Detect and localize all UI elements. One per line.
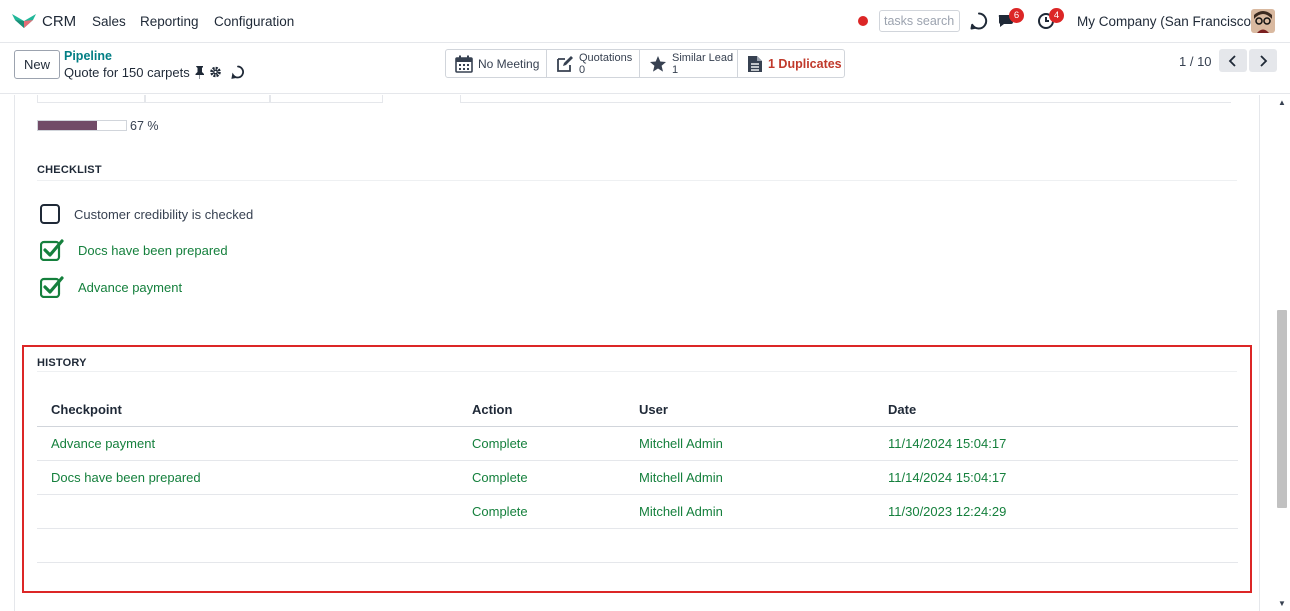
cell-action: Complete [472, 426, 639, 461]
pager-next-button[interactable] [1249, 49, 1277, 72]
tasks-search-input[interactable] [879, 10, 960, 32]
duplicates-label: 1 Duplicates [768, 56, 842, 71]
table-row-empty [37, 528, 1238, 563]
checked-checkbox-icon[interactable] [40, 239, 64, 261]
chevron-right-icon [1260, 54, 1268, 67]
quotations-label: Quotations [579, 51, 633, 64]
breadcrumb-current-record: Quote for 150 carpets [64, 65, 190, 80]
section-divider [37, 371, 1237, 372]
history-header-row: Checkpoint Action User Date [37, 394, 1238, 427]
pager-value[interactable]: 1 / 10 [1179, 54, 1212, 69]
scroll-down-arrow-icon[interactable]: ▼ [1277, 599, 1287, 609]
menu-configuration[interactable]: Configuration [214, 14, 294, 29]
notebook-tab[interactable] [270, 95, 383, 103]
table-row[interactable]: Complete Mitchell Admin 11/30/2023 12:24… [37, 494, 1238, 529]
progress-percentage: 67 % [130, 119, 159, 133]
gear-icon[interactable] [209, 65, 222, 79]
checked-checkbox-icon[interactable] [40, 276, 64, 298]
crm-logo-icon[interactable] [11, 12, 37, 30]
voip-phone-icon[interactable] [969, 11, 989, 31]
document-icon [748, 55, 762, 72]
progress-fill [38, 121, 97, 130]
cell-date: 11/14/2024 15:04:17 [888, 426, 1238, 461]
cell-user: Mitchell Admin [639, 494, 888, 529]
checklist-item[interactable]: Advance payment [40, 276, 182, 298]
meeting-label: No Meeting [478, 56, 540, 71]
checklist-item[interactable]: Customer credibility is checked [40, 204, 253, 224]
unchecked-checkbox-icon[interactable] [40, 204, 60, 224]
menu-sales[interactable]: Sales [92, 14, 126, 29]
meeting-smart-button[interactable]: No Meeting [446, 50, 547, 77]
duplicates-smart-button[interactable]: 1 Duplicates [738, 50, 844, 77]
cell-action: Complete [472, 494, 639, 529]
pin-icon[interactable] [193, 65, 206, 79]
menu-reporting[interactable]: Reporting [140, 14, 199, 29]
user-avatar[interactable] [1251, 9, 1275, 33]
cell-user: Mitchell Admin [639, 426, 888, 461]
column-header-user[interactable]: User [639, 394, 888, 427]
control-panel: New Pipeline Quote for 150 carpets No Me… [0, 43, 1290, 94]
company-switcher[interactable]: My Company (San Francisco) [1077, 14, 1256, 29]
top-navbar: CRM Sales Reporting Configuration 6 4 My… [0, 0, 1290, 43]
scrollbar-thumb[interactable] [1277, 310, 1287, 508]
activities-badge: 4 [1049, 8, 1064, 23]
cell-checkpoint: Docs have been prepared [37, 460, 472, 495]
new-button[interactable]: New [14, 50, 60, 79]
quotations-count: 0 [579, 63, 586, 76]
pencil-square-icon [557, 55, 573, 72]
messages-icon[interactable]: 6 [997, 8, 1024, 31]
notebook-tab[interactable] [37, 95, 145, 103]
checklist-item[interactable]: Docs have been prepared [40, 239, 228, 261]
section-divider [37, 180, 1237, 181]
quotations-smart-button[interactable]: Quotations 0 [547, 50, 640, 77]
similar-lead-label: Similar Lead [672, 51, 734, 64]
similar-lead-count: 1 [672, 63, 679, 76]
column-header-action[interactable]: Action [472, 394, 639, 427]
column-header-date[interactable]: Date [888, 394, 1238, 427]
cell-date: 11/30/2023 12:24:29 [888, 494, 1238, 529]
column-header-checkpoint[interactable]: Checkpoint [37, 394, 472, 427]
activities-clock-icon[interactable]: 4 [1037, 8, 1064, 31]
cell-date: 11/14/2024 15:04:17 [888, 460, 1238, 495]
table-row[interactable]: Advance payment Complete Mitchell Admin … [37, 426, 1238, 461]
star-icon [650, 55, 666, 72]
discard-rotate-icon[interactable] [231, 65, 244, 79]
messages-badge: 6 [1009, 8, 1024, 23]
tab-divider [461, 102, 1231, 103]
cell-action: Complete [472, 460, 639, 495]
smart-buttons: No Meeting Quotations 0 Similar Lead 1 1 D… [445, 49, 845, 78]
pager-previous-button[interactable] [1219, 49, 1247, 72]
chevron-left-icon [1228, 54, 1236, 67]
calendar-icon [455, 55, 473, 73]
table-row[interactable]: Docs have been prepared Complete Mitchel… [37, 460, 1238, 495]
similar-lead-smart-button[interactable]: Similar Lead 1 [640, 50, 738, 77]
checklist-item-label: Customer credibility is checked [74, 206, 254, 222]
history-title: HISTORY [37, 357, 87, 369]
checklist-title: CHECKLIST [37, 164, 102, 176]
scroll-up-arrow-icon[interactable]: ▲ [1277, 98, 1287, 108]
status-dot-icon [858, 16, 868, 26]
cell-user: Mitchell Admin [639, 460, 888, 495]
checklist-item-label: Advance payment [78, 279, 183, 295]
notebook-tab[interactable] [145, 95, 270, 103]
cell-checkpoint: Advance payment [37, 426, 472, 461]
checklist-item-label: Docs have been prepared [78, 242, 228, 258]
checklist-progress-bar [37, 120, 127, 131]
history-table: Checkpoint Action User Date Advance paym… [37, 394, 1238, 563]
app-name[interactable]: CRM [42, 13, 76, 30]
cell-checkpoint [37, 494, 472, 529]
notebook-tab-active[interactable] [383, 95, 461, 103]
breadcrumb-pipeline[interactable]: Pipeline [64, 49, 112, 63]
